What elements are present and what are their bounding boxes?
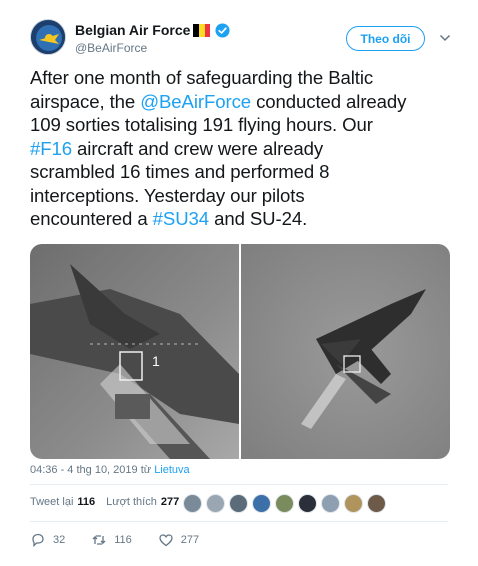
reply-count: 32 [53, 534, 66, 546]
tweet-link[interactable]: @BeAirForce [140, 91, 251, 112]
like-button[interactable]: 277 [158, 532, 199, 548]
tweet-text-line: scrambled 16 times and performed 8 [30, 160, 460, 184]
retweet-count: 116 [114, 534, 132, 546]
tweet-text: After one month of safeguarding the Balt… [30, 66, 460, 231]
liker-avatar[interactable] [252, 494, 271, 513]
tweet-text-segment: and SU-24. [209, 208, 308, 229]
liker-avatar[interactable] [367, 494, 386, 513]
verified-badge-icon [215, 22, 230, 38]
tweet-text-line: After one month of safeguarding the Balt… [30, 66, 460, 90]
follow-button[interactable]: Theo dõi [346, 26, 425, 51]
liker-avatar[interactable] [206, 494, 225, 513]
belgian-air-force-logo-icon [31, 20, 65, 54]
fighter-jet-photo-2[interactable] [241, 244, 450, 459]
chevron-down-icon[interactable] [439, 33, 451, 43]
liker-avatar[interactable] [229, 494, 248, 513]
retweet-button[interactable]: 116 [91, 532, 132, 548]
retweets-stat-count: 116 [77, 496, 96, 508]
display-name[interactable]: Belgian Air Force [75, 22, 190, 38]
account-name-row[interactable]: Belgian Air Force [75, 22, 230, 38]
liker-avatar[interactable] [321, 494, 340, 513]
reply-button[interactable]: 32 [30, 532, 65, 548]
tweet-text-line: airspace, the @BeAirForce conducted alre… [30, 90, 460, 114]
tweet-link[interactable]: #F16 [30, 138, 72, 159]
reply-icon [32, 533, 44, 548]
tweet-actions: 32 116 277 [30, 532, 199, 548]
tweet-text-segment: aircraft and crew were already [71, 137, 324, 159]
liker-avatar[interactable] [298, 494, 317, 513]
belgium-flag-icon [193, 23, 211, 37]
tweet-timestamp[interactable]: 04:36 - 4 thg 10, 2019 từ Lietuva [30, 464, 190, 476]
likes-stat-count: 277 [160, 496, 180, 508]
liker-avatar[interactable] [183, 494, 202, 513]
tweet-text-segment: conducted already [251, 90, 407, 112]
tweet-text-segment: scrambled 16 times and performed 8 [30, 161, 330, 182]
tweet-text-segment: interceptions. Yesterday our pilots [30, 184, 305, 206]
heart-icon [159, 534, 173, 547]
like-count: 277 [180, 534, 200, 546]
tweet-media[interactable]: 1 [30, 244, 450, 459]
svg-text:1: 1 [152, 353, 160, 369]
liker-avatar[interactable] [344, 494, 363, 513]
location-link[interactable]: Lietuva [154, 464, 189, 476]
divider [30, 521, 448, 522]
timestamp-text[interactable]: 04:36 - 4 thg 10, 2019 từ [30, 464, 154, 476]
retweets-stat[interactable]: Tweet lại 116 [30, 496, 95, 508]
likes-stat[interactable]: Lượt thích 277 [106, 496, 179, 508]
tweet-text-line: encountered a #SU34 and SU-24. [30, 207, 460, 231]
tweet-link[interactable]: #SU34 [153, 208, 209, 229]
tweet-text-segment: After one month of safeguarding the Balt… [30, 67, 374, 88]
tweet-text-line: interceptions. Yesterday our pilots [30, 184, 460, 208]
fighter-jet-photo-1[interactable]: 1 [30, 244, 239, 459]
likers-avatars [183, 494, 386, 513]
divider [30, 484, 448, 485]
tweet-text-line: 109 sorties totalising 191 flying hours.… [30, 113, 460, 137]
avatar[interactable] [30, 19, 66, 55]
liker-avatar[interactable] [275, 494, 294, 513]
likes-stat-label: Lượt thích [106, 496, 157, 508]
tweet-text-segment: 109 sorties totalising 191 flying hours.… [30, 114, 373, 135]
tweet-text-segment: airspace, the [30, 90, 141, 112]
tweet-text-line: #F16 aircraft and crew were already [30, 137, 460, 161]
retweet-icon [92, 535, 106, 545]
retweets-stat-label: Tweet lại [30, 496, 74, 508]
tweet-text-segment: encountered a [30, 208, 153, 229]
tweet-stats: Tweet lại 116 Lượt thích 277 [30, 496, 179, 508]
account-handle[interactable]: @BeAirForce [75, 41, 147, 55]
